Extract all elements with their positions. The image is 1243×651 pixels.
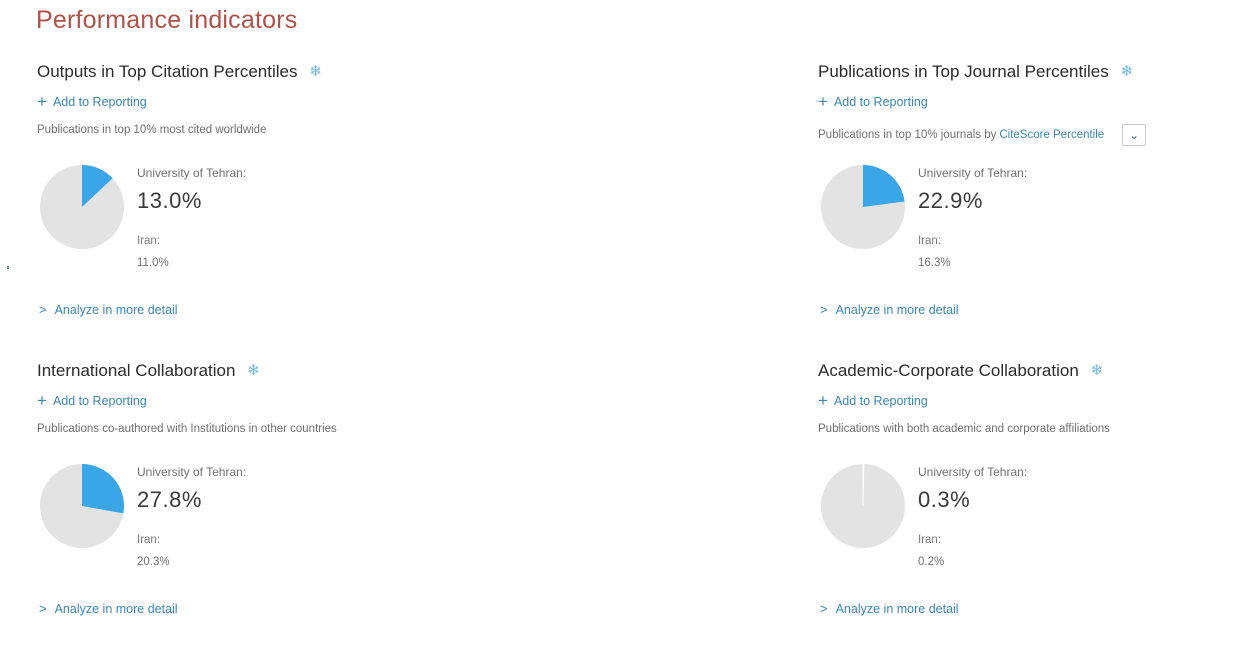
- country-label: Iran:: [137, 235, 161, 247]
- add-to-reporting-label: Add to Reporting: [52, 394, 147, 408]
- card-title-wrap: International Collaboration ❄: [37, 361, 261, 381]
- add-to-reporting-link[interactable]: + Add to Reporting: [818, 391, 928, 410]
- analyze-label: Analyze in more detail: [835, 601, 959, 616]
- card-publications-top-journal: Publications in Top Journal Percentiles …: [818, 62, 1238, 352]
- pie-chart: [821, 463, 905, 548]
- org-label: University of Tehran:: [918, 465, 1028, 479]
- card-description: Publications co-authored with Institutio…: [37, 423, 337, 435]
- card-description-text: Publications with both academic and corp…: [818, 423, 1110, 435]
- analyze-label: Analyze in more detail: [835, 302, 959, 317]
- pie-chart: [821, 165, 905, 249]
- stray-mark: [7, 266, 9, 269]
- chevron-right-icon: >: [39, 601, 47, 616]
- gear-icon[interactable]: ❄: [1089, 363, 1105, 379]
- country-value: 16.3%: [918, 257, 951, 269]
- card-title-wrap: Outputs in Top Citation Percentiles ❄: [37, 62, 324, 82]
- card-description-text: Publications in top 10% most cited world…: [37, 124, 267, 136]
- org-label: University of Tehran:: [137, 166, 247, 180]
- analyze-label: Analyze in more detail: [54, 601, 178, 616]
- chevron-right-icon: >: [820, 601, 828, 616]
- country-value: 20.3%: [137, 556, 170, 568]
- chevron-down-icon: ⌄: [1129, 128, 1140, 142]
- pie-chart: [40, 464, 124, 548]
- add-to-reporting-label: Add to Reporting: [833, 394, 928, 408]
- card-description-text: Publications in top 10% journals by: [818, 129, 997, 141]
- org-label: University of Tehran:: [137, 465, 247, 479]
- add-to-reporting-label: Add to Reporting: [52, 95, 147, 109]
- analyze-in-more-detail-link[interactable]: > Analyze in more detail: [39, 302, 178, 317]
- plus-icon: +: [37, 92, 47, 111]
- card-title-wrap: Publications in Top Journal Percentiles …: [818, 62, 1135, 82]
- analyze-in-more-detail-link[interactable]: > Analyze in more detail: [820, 302, 959, 317]
- chevron-right-icon: >: [820, 302, 828, 317]
- pie-org-slice: [82, 464, 124, 514]
- gear-icon[interactable]: ❄: [245, 363, 261, 379]
- country-label: Iran:: [137, 534, 161, 546]
- plus-icon: +: [818, 391, 828, 410]
- chevron-right-icon: >: [39, 302, 47, 317]
- pie-chart: [40, 165, 124, 249]
- add-to-reporting-link[interactable]: + Add to Reporting: [37, 92, 147, 111]
- card-title: International Collaboration: [37, 361, 236, 380]
- card-title: Academic-Corporate Collaboration: [818, 361, 1079, 380]
- org-value: 0.3%: [918, 487, 971, 512]
- card-description-text: Publications co-authored with Institutio…: [37, 423, 337, 435]
- page-title: Performance indicators: [36, 6, 298, 34]
- org-value: 22.9%: [918, 188, 983, 213]
- org-value: 13.0%: [137, 188, 202, 213]
- add-to-reporting-label: Add to Reporting: [833, 95, 928, 109]
- card-description: Publications with both academic and corp…: [818, 423, 1110, 435]
- card-description: Publications in top 10% journals by Cite…: [818, 124, 1147, 146]
- pie-org-slice: [863, 165, 905, 207]
- analyze-label: Analyze in more detail: [54, 302, 178, 317]
- country-label: Iran:: [918, 235, 942, 247]
- add-to-reporting-link[interactable]: + Add to Reporting: [818, 92, 928, 111]
- plus-icon: +: [818, 92, 828, 111]
- metric-select-link[interactable]: CiteScore Percentile: [999, 129, 1104, 141]
- metric-dropdown[interactable]: ⌄: [1122, 124, 1147, 146]
- org-value: 27.8%: [137, 487, 202, 512]
- country-label: Iran:: [918, 534, 942, 546]
- gear-icon[interactable]: ❄: [1119, 64, 1135, 80]
- country-value: 0.2%: [918, 556, 945, 568]
- analyze-in-more-detail-link[interactable]: > Analyze in more detail: [39, 601, 178, 616]
- add-to-reporting-link[interactable]: + Add to Reporting: [37, 391, 147, 410]
- card-outputs-top-citation: Outputs in Top Citation Percentiles ❄ + …: [37, 62, 457, 352]
- gear-icon[interactable]: ❄: [308, 64, 324, 80]
- org-label: University of Tehran:: [918, 166, 1028, 180]
- card-description: Publications in top 10% most cited world…: [37, 124, 266, 136]
- card-title: Publications in Top Journal Percentiles: [818, 62, 1109, 81]
- country-value: 11.0%: [137, 257, 169, 269]
- plus-icon: +: [37, 391, 47, 410]
- card-academic-corporate-collaboration: Academic-Corporate Collaboration ❄ + Add…: [818, 361, 1238, 651]
- analyze-in-more-detail-link[interactable]: > Analyze in more detail: [820, 601, 959, 616]
- card-international-collaboration: International Collaboration ❄ + Add to R…: [37, 361, 457, 651]
- card-title: Outputs in Top Citation Percentiles: [37, 62, 298, 81]
- card-title-wrap: Academic-Corporate Collaboration ❄: [818, 361, 1105, 381]
